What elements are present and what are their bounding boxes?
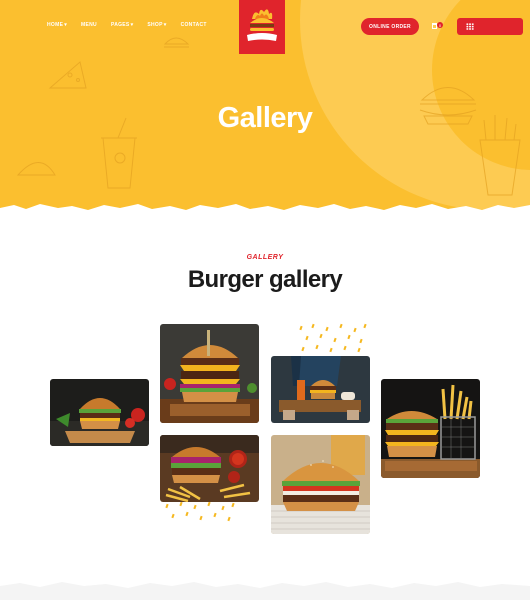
burger-with-tomatoes-photo bbox=[50, 379, 149, 446]
gallery-image-burger-fries-ketchup[interactable] bbox=[160, 435, 259, 502]
waiter-serving-burger-photo bbox=[271, 356, 370, 423]
gallery-image-burger-drink[interactable] bbox=[271, 435, 370, 534]
double-cheeseburger-photo bbox=[160, 324, 259, 423]
burger-with-fries-basket-photo bbox=[381, 379, 480, 478]
dots-decoration bbox=[165, 501, 235, 522]
dots-decoration bbox=[299, 323, 367, 353]
burger-with-fries-and-ketchup-photo bbox=[160, 435, 259, 502]
gallery-image-burger-tomatoes[interactable] bbox=[50, 379, 149, 446]
gallery-image-double-cheeseburger[interactable] bbox=[160, 324, 259, 423]
burger-with-drink-photo bbox=[271, 435, 370, 534]
gallery-image-waiter-serving[interactable] bbox=[271, 356, 370, 423]
footer-torn-edge bbox=[0, 582, 530, 600]
burger-gallery bbox=[0, 0, 530, 600]
gallery-image-burger-fries-basket[interactable] bbox=[381, 379, 480, 478]
